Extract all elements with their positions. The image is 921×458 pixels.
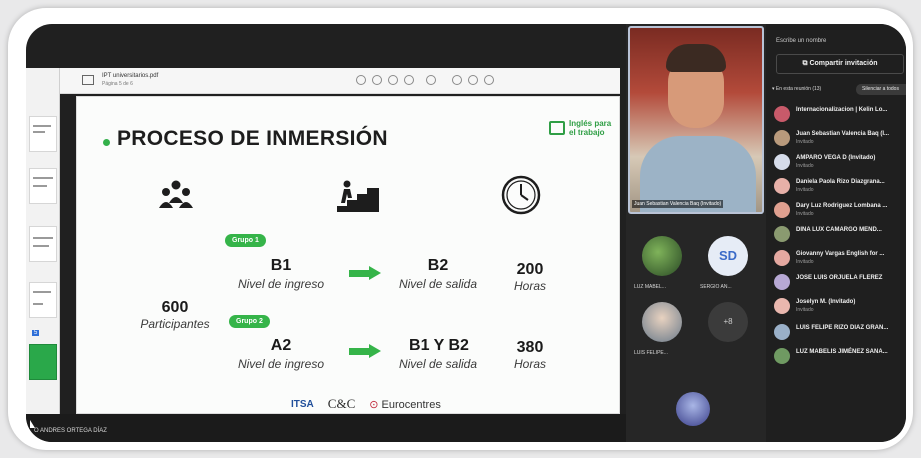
- eurocentres-logo: ⊙ Eurocentres: [369, 398, 441, 411]
- print-icon[interactable]: [452, 75, 462, 85]
- page-thumbnails: 5: [26, 68, 60, 414]
- video-tile-avatar[interactable]: [676, 392, 710, 426]
- participant-row[interactable]: LUZ MABELIS JIMÉNEZ SANA...: [774, 346, 906, 368]
- cac-logo: C&C: [327, 396, 356, 411]
- document-toolbar: IPT universitarios.pdf Página 5 de 6: [60, 68, 620, 94]
- presentation-slide: PROCESO DE INMERSIÓN Inglés para el trab…: [76, 96, 620, 414]
- brand-logo: Inglés para el trabajo: [549, 119, 613, 145]
- participant-row[interactable]: Dary Luz Rodriguez Lombana ... Invitado: [774, 200, 906, 222]
- group-2-badge: Grupo 2: [229, 315, 270, 328]
- participant-avatar: [774, 324, 790, 340]
- video-tile-avatar[interactable]: [642, 236, 682, 276]
- participants-panel: Escribe un nombre ⧉ Compartir invitación…: [766, 24, 906, 442]
- participant-row[interactable]: Daniela Paola Rizo Diazgrana... Invitado: [774, 176, 906, 198]
- group-2-exit-level: B1 Y B2: [409, 337, 469, 354]
- arrow-right-icon: [349, 266, 383, 280]
- group-2-entry-level: A2: [270, 337, 292, 354]
- annotate-icon[interactable]: [426, 75, 436, 85]
- video-tile-avatar[interactable]: [642, 302, 682, 342]
- participant-avatar: [774, 298, 790, 314]
- participants-label: Participantes: [140, 317, 210, 331]
- more-participants-tile[interactable]: +8: [708, 302, 748, 342]
- presenter-name: O ANDRES ORTEGA DÍAZ: [34, 428, 107, 434]
- participant-row[interactable]: LUIS FELIPE RIZO DIAZ GRAN...: [774, 322, 906, 344]
- mute-all-button[interactable]: Silenciar a todos: [856, 84, 906, 95]
- participant-row[interactable]: Joselyn M. (Invitado) Invitado: [774, 296, 906, 318]
- participant-avatar: [774, 348, 790, 364]
- photo-frame: 5 IPT universitarios.pdf Página 5 de 6 P…: [8, 8, 913, 450]
- zoom-out-icon[interactable]: [356, 75, 366, 85]
- slide-title: PROCESO DE INMERSIÓN: [117, 127, 388, 150]
- more-tools-icon[interactable]: [484, 75, 494, 85]
- participant-row[interactable]: Juan Sebastian Valencia Baq (I... Invita…: [774, 128, 906, 150]
- participant-row[interactable]: AMPARO VEGA D (Invitado) Invitado: [774, 152, 906, 174]
- main-video-name: Juan Sebastian Valencia Baq (Invitado): [632, 200, 724, 208]
- participant-avatar: [774, 178, 790, 194]
- meeting-screen: 5 IPT universitarios.pdf Página 5 de 6 P…: [26, 24, 906, 442]
- clock-icon: [501, 175, 541, 215]
- participant-avatar: [774, 250, 790, 266]
- participant-avatar: [774, 202, 790, 218]
- title-bullet: [103, 139, 110, 146]
- group-2-exit-caption: Nivel de salida: [398, 357, 478, 371]
- mouse-cursor-icon: [30, 420, 35, 428]
- itsa-logo: ITSA: [291, 398, 314, 410]
- group-1-hours-caption: Horas: [513, 279, 546, 293]
- group-1-exit-caption: Nivel de salida: [398, 277, 478, 291]
- group-2-hours: 380: [516, 339, 544, 356]
- participant-row[interactable]: JOSE LUIS ORJUELA FLEREZ: [774, 272, 906, 294]
- sponsor-logos: ITSA C&C ⊙ Eurocentres: [291, 395, 441, 413]
- sidebar-toggle-icon[interactable]: [82, 75, 94, 85]
- share-icon[interactable]: [404, 75, 414, 85]
- group-2-entry-caption: Nivel de ingreso: [237, 357, 325, 371]
- presenter-bar: O ANDRES ORTEGA DÍAZ: [26, 414, 626, 442]
- participants-count: 600: [161, 299, 189, 316]
- participant-avatar: [774, 106, 790, 122]
- thumbnail-selected[interactable]: [29, 344, 57, 380]
- share-invite-button[interactable]: ⧉ Compartir invitación: [776, 54, 904, 74]
- main-video-tile[interactable]: Juan Sebastian Valencia Baq (Invitado): [628, 26, 764, 214]
- participant-avatar: [774, 154, 790, 170]
- video-tile-name: LUZ MABEL...: [634, 284, 666, 290]
- group-1-entry-level: B1: [270, 257, 292, 274]
- participant-avatar: [774, 274, 790, 290]
- video-gallery: Juan Sebastian Valencia Baq (Invitado) L…: [626, 24, 766, 442]
- group-1-badge: Grupo 1: [225, 234, 266, 247]
- stairs-climb-icon: [337, 180, 379, 212]
- participant-avatar: [774, 226, 790, 242]
- document-page-info: Página 5 de 6: [102, 81, 133, 87]
- thumbnail[interactable]: [29, 226, 57, 262]
- arrow-right-icon: [349, 344, 383, 358]
- video-tile-name: LUIS FELIPE...: [634, 350, 668, 356]
- brand-text: Inglés para el trabajo: [569, 119, 612, 137]
- group-1-entry-caption: Nivel de ingreso: [237, 277, 325, 291]
- in-meeting-header[interactable]: ▾ En esta reunión (13): [772, 86, 821, 92]
- participant-row[interactable]: DINA LUX CAMARGO MEND...: [774, 224, 906, 246]
- document-file-name: IPT universitarios.pdf: [102, 73, 159, 79]
- group-2-hours-caption: Horas: [513, 357, 546, 371]
- group-1-exit-level: B2: [427, 257, 449, 274]
- participant-avatar: [774, 130, 790, 146]
- page-number-badge: 5: [32, 330, 40, 336]
- thumbnail[interactable]: [29, 168, 57, 204]
- save-icon[interactable]: [468, 75, 478, 85]
- participant-row[interactable]: Giovanny Vargas English for ... Invitado: [774, 248, 906, 270]
- video-tile-initials[interactable]: SD: [708, 236, 748, 276]
- participant-search-input[interactable]: Escribe un nombre: [776, 38, 826, 44]
- zoom-in-icon[interactable]: [372, 75, 382, 85]
- thumbnail[interactable]: [29, 282, 57, 318]
- search-icon[interactable]: [388, 75, 398, 85]
- speaker-hair: [666, 44, 726, 72]
- thumbnail[interactable]: [29, 116, 57, 152]
- video-tile-name: SERGIO AN...: [700, 284, 732, 290]
- participant-row[interactable]: Internacionalizacion | Kelin Lo...: [774, 104, 906, 126]
- group-1-hours: 200: [516, 261, 544, 278]
- people-group-icon: [159, 180, 193, 208]
